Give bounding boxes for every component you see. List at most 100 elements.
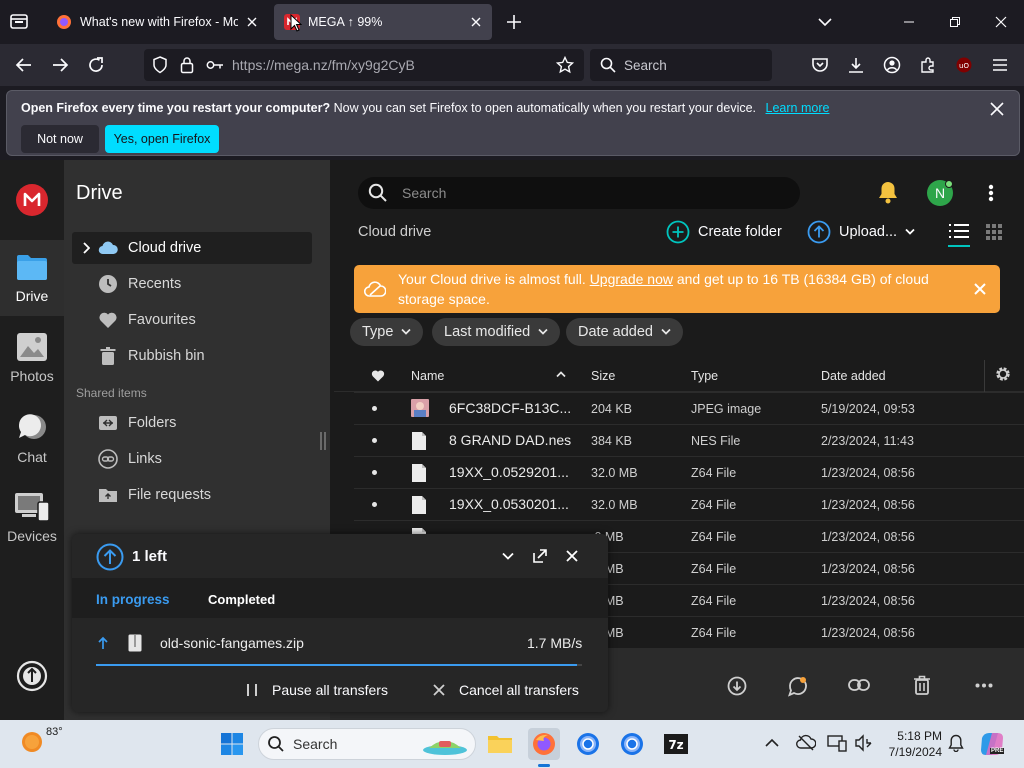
account-icon[interactable] [876,49,908,81]
sidebar-resize-handle[interactable] [320,432,326,450]
collapse-chevron-icon[interactable] [502,552,514,560]
back-icon[interactable] [8,49,40,81]
file-explorer-icon[interactable] [484,728,516,760]
close-tab-icon[interactable] [246,16,258,28]
lock-icon[interactable] [180,56,194,74]
minimize-icon[interactable] [886,0,932,44]
chevron-down-icon[interactable] [817,15,833,29]
row-date-added: 1/23/2024, 08:56 [821,466,915,480]
grid-view-icon[interactable] [986,224,1002,240]
forward-icon[interactable] [44,49,76,81]
notifications-bell-icon[interactable] [877,180,899,204]
display-projection-icon[interactable] [827,734,847,752]
open-transfers-page-icon[interactable] [533,549,547,563]
download-icon[interactable] [727,676,747,696]
upload-button[interactable]: Upload... [807,220,915,244]
onedrive-offline-icon[interactable] [796,734,816,752]
sidebar-item-file-requests[interactable]: File requests [72,479,312,511]
windows-start-icon[interactable] [216,728,248,760]
taskbar-search-box[interactable]: Search [258,728,476,760]
create-folder-button[interactable]: Create folder [666,220,782,244]
weather-widget[interactable]: 83° [18,726,63,754]
learn-more-link[interactable]: Learn more [766,101,830,115]
yes-open-firefox-button[interactable]: Yes, open Firefox [105,125,219,153]
sidebar-item-folders[interactable]: Folders [72,407,312,439]
tab-mega[interactable]: MEGA ↑ 99% [274,4,492,40]
tab-in-progress[interactable]: In progress [96,592,170,607]
mega-logo-icon[interactable] [16,184,48,216]
table-row[interactable]: 19XX_0.0529201... 32.0 MB Z64 File 1/23/202… [354,456,1024,488]
clock-icon [98,274,118,294]
bookmark-star-icon[interactable] [556,56,574,74]
downloads-icon[interactable] [840,49,872,81]
transfers-manager-icon[interactable] [16,660,48,692]
sidebar-item-favourites[interactable]: Favourites [72,304,312,336]
list-all-tabs-icon[interactable] [8,10,30,32]
column-name[interactable]: Name [411,369,444,393]
not-now-button[interactable]: Not now [21,125,99,153]
upgrade-now-link[interactable]: Upgrade now [590,271,673,287]
sidebar-item-cloud-drive[interactable]: Cloud drive [72,232,312,264]
tab-completed[interactable]: Completed [208,592,275,607]
chrome-profile-icon[interactable] [616,728,648,760]
chevron-right-icon[interactable] [82,242,90,254]
list-view-icon[interactable] [948,222,970,247]
row-file-type: Z64 File [691,466,737,480]
rail-drive[interactable]: Drive [0,240,64,316]
tray-chevron-up-icon[interactable] [765,738,779,748]
table-row[interactable]: 19XX_0.0530201... 32.0 MB Z64 File 1/23/202… [354,488,1024,520]
filter-date-added[interactable]: Date added [566,318,683,346]
sidebar-item-rubbish-bin[interactable]: Rubbish bin [72,340,312,372]
pocket-icon[interactable] [804,49,836,81]
tab-firefox-whats-new[interactable]: What's new with Firefox - More [46,4,268,40]
table-row[interactable]: 6FC38DCF-B13C... 204 KB JPEG image 5/19/202… [354,392,1024,424]
column-date-added[interactable]: Date added [821,369,886,393]
sidebar-item-links[interactable]: Links [72,443,312,475]
close-panel-icon[interactable] [566,550,578,562]
url-text[interactable]: https://mega.nz/fm/xy9g2CyB [232,57,415,73]
search-bar[interactable]: Search [590,49,772,81]
search-input[interactable]: Search [358,177,800,209]
more-actions-icon[interactable] [975,683,993,688]
more-options-icon[interactable] [988,184,994,202]
ublock-origin-icon[interactable]: uO [948,49,980,81]
extensions-icon[interactable] [912,49,944,81]
permissions-key-icon[interactable] [206,59,224,71]
sidebar-item-recents[interactable]: Recents [72,268,312,300]
filter-last-modified[interactable]: Last modified [432,318,561,346]
share-chat-icon[interactable] [787,675,809,697]
close-window-icon[interactable] [978,0,1024,44]
delete-trash-icon[interactable] [913,675,931,695]
notification-bell-icon[interactable] [948,734,964,752]
rail-devices[interactable]: Devices [0,480,64,556]
rail-photos[interactable]: Photos [0,320,64,396]
filter-type[interactable]: Type [350,318,424,346]
column-type[interactable]: Type [691,369,718,393]
restore-icon[interactable] [932,0,978,44]
favourite-column-heart-icon[interactable] [371,369,385,382]
sort-ascending-icon[interactable] [556,370,566,378]
trash-icon [98,346,118,366]
taskbar-firefox-icon[interactable] [528,728,560,760]
column-settings-gear-icon[interactable] [995,366,1011,382]
pause-all-button[interactable]: Pause all transfers [246,682,388,698]
reload-icon[interactable] [80,49,112,81]
column-size[interactable]: Size [591,369,615,393]
close-notification-icon[interactable] [989,101,1005,117]
tracking-shield-icon[interactable] [152,56,168,74]
upload-small-arrow-icon [98,636,108,650]
chrome-icon[interactable] [572,728,604,760]
breadcrumb[interactable]: Cloud drive [358,224,431,240]
7zip-icon[interactable]: 7z [660,728,692,760]
close-banner-icon[interactable] [974,283,986,295]
close-tab-icon[interactable] [470,16,482,28]
url-bar[interactable]: https://mega.nz/fm/xy9g2CyB [144,49,584,81]
rail-chat[interactable]: Chat [0,400,64,476]
cancel-all-button[interactable]: Cancel all transfers [433,682,579,698]
clock[interactable]: 5:18 PM 7/19/2024 [878,728,942,760]
copy-link-icon[interactable] [848,678,870,692]
hamburger-menu-icon[interactable] [984,49,1016,81]
new-tab-icon[interactable] [505,13,523,31]
network-volume-icon[interactable] [854,734,874,752]
table-row[interactable]: 8 GRAND DAD.nes 384 KB NES File 2/23/2024, … [354,424,1024,456]
